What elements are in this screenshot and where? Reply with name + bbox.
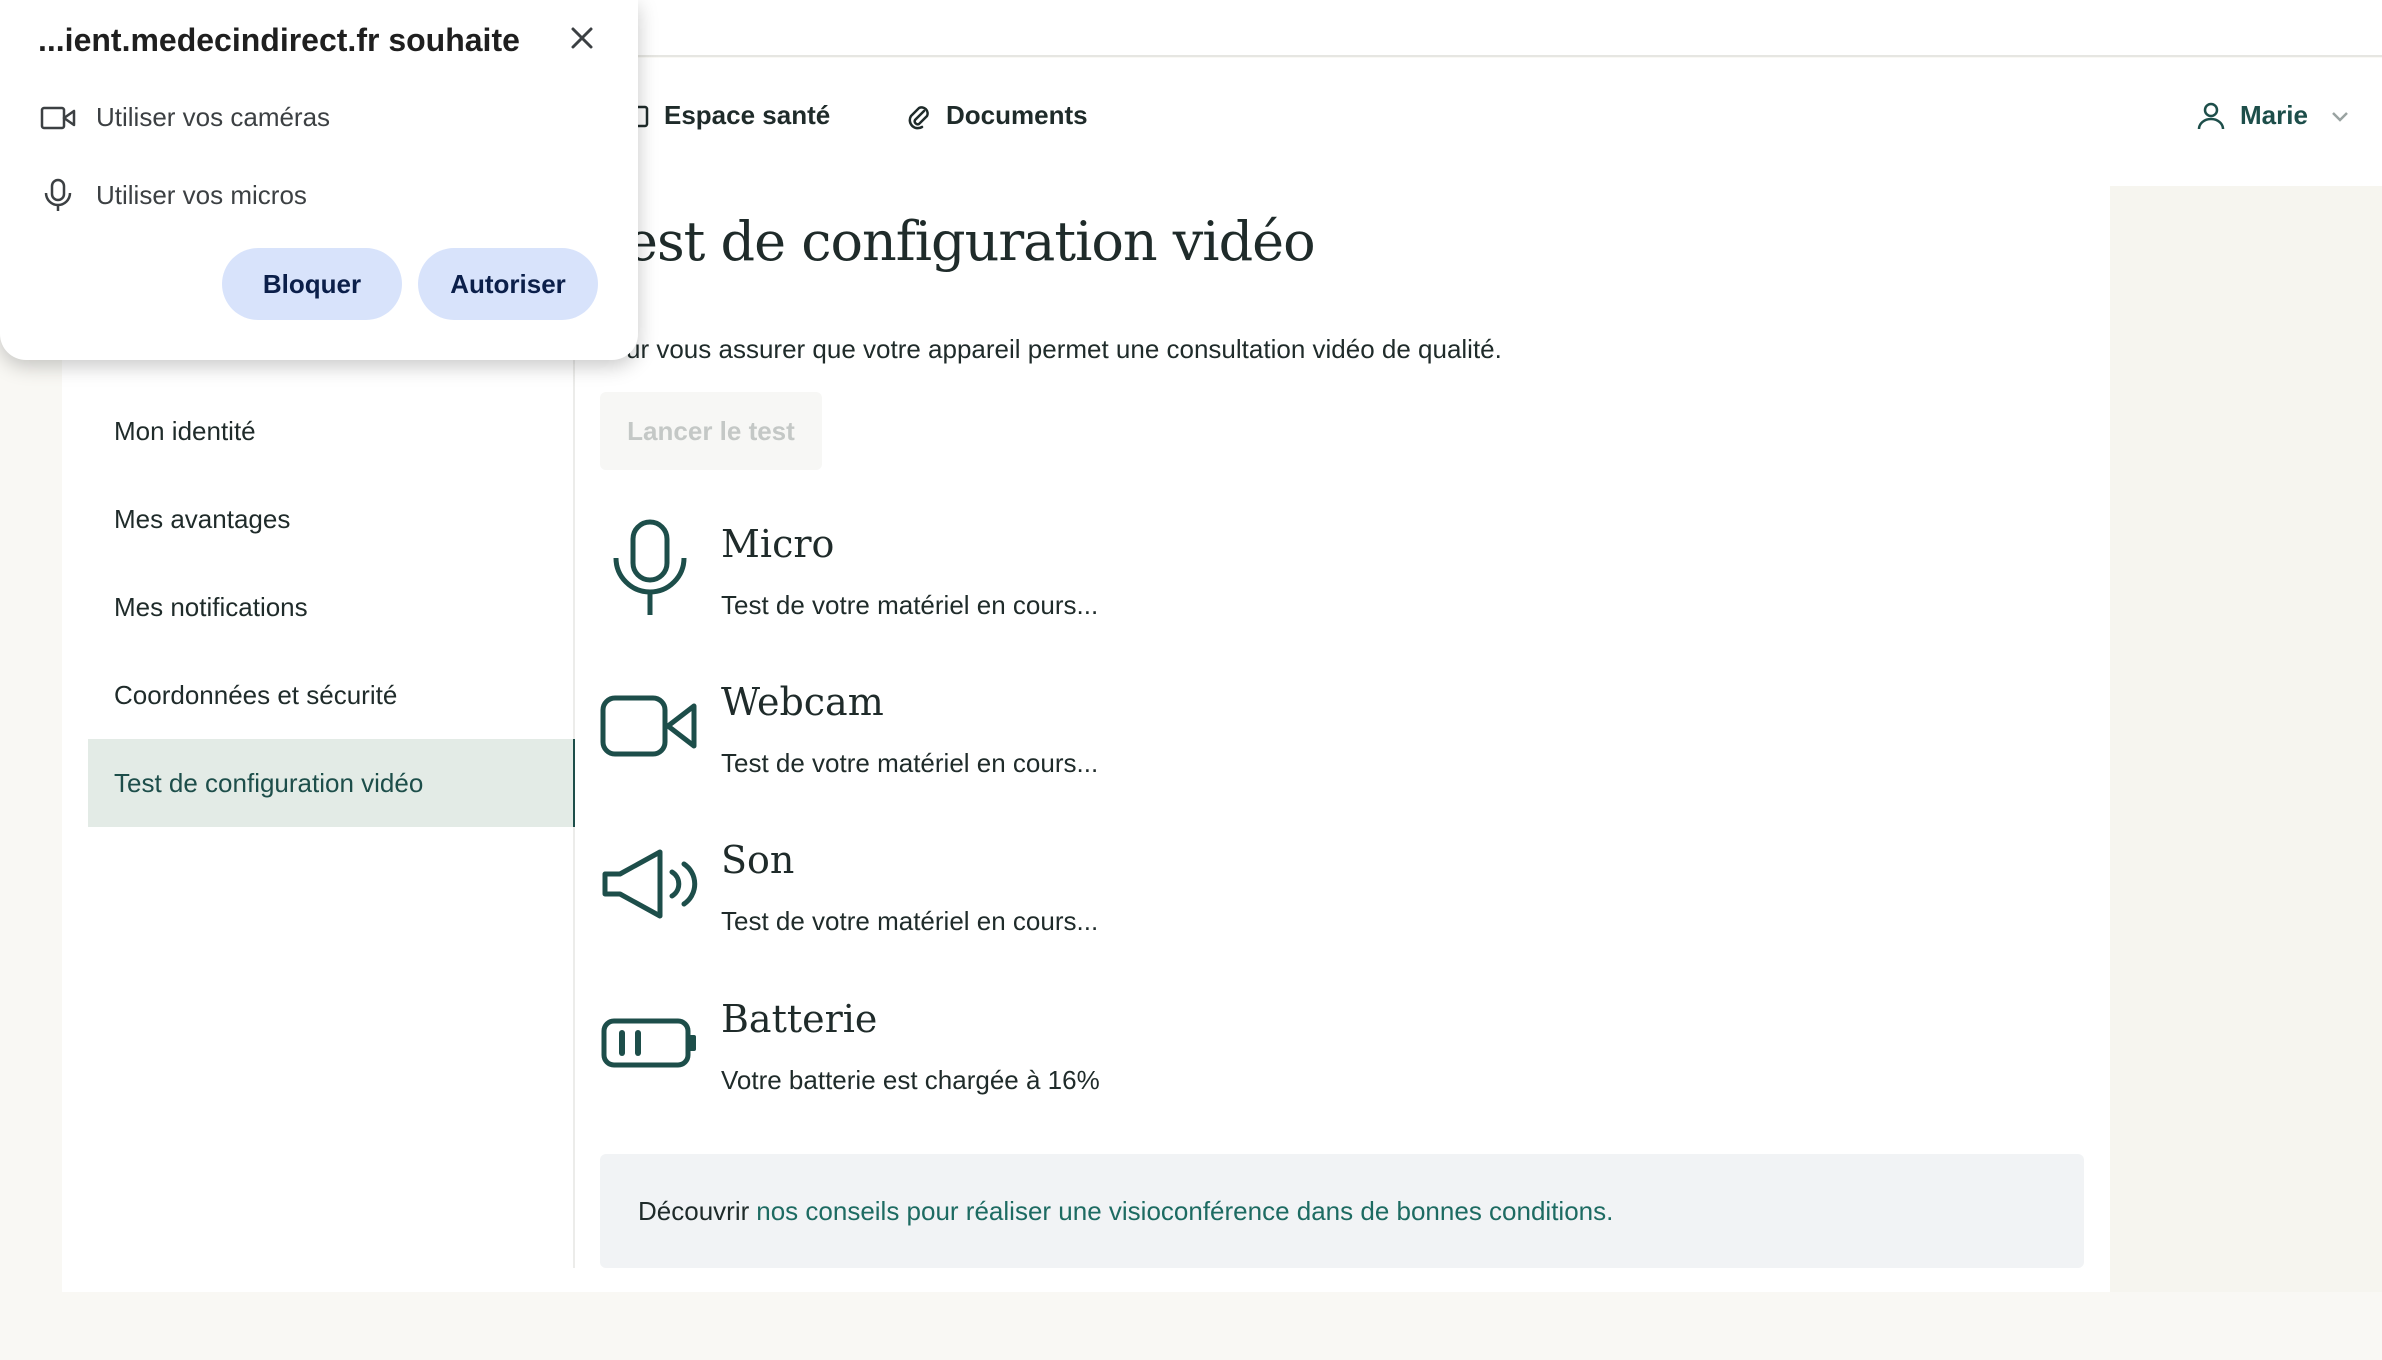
sidebar-item-coordonnees[interactable]: Coordonnées et sécurité: [88, 651, 575, 739]
sidebar-item-test-video[interactable]: Test de configuration vidéo: [88, 739, 575, 827]
tips-prefix: Découvrir: [638, 1195, 750, 1226]
permission-camera: Utiliser vos caméras: [40, 102, 330, 133]
tips-banner: Découvrir nos conseils pour réaliser une…: [600, 1154, 2084, 1268]
nav-label: Espace santé: [664, 100, 831, 130]
popup-title: ...ient.medecindirect.fr souhaite: [38, 22, 520, 58]
paperclip-icon: [908, 105, 929, 129]
battery-icon: [601, 1018, 696, 1068]
sidebar-item-label: Test de configuration vidéo: [114, 767, 424, 798]
close-icon[interactable]: [566, 22, 598, 54]
microphone-icon: [44, 178, 72, 211]
block-button[interactable]: Bloquer: [222, 248, 402, 320]
test-row-webcam: Webcam Test de votre matériel en cours..…: [600, 676, 2000, 816]
user-icon: [2197, 102, 2225, 129]
intro-text: ur vous assurer que votre appareil perme…: [626, 334, 1502, 364]
sidebar-item-avantages[interactable]: Mes avantages: [88, 475, 575, 563]
test-status: Votre batterie est chargée à 16%: [721, 1065, 1100, 1095]
camera-icon: [40, 106, 76, 129]
test-name: Webcam: [721, 680, 884, 724]
video-camera-icon: [600, 695, 697, 757]
nav-espace-sante[interactable]: Espace santé: [628, 100, 830, 131]
user-menu[interactable]: Marie: [2196, 100, 2350, 131]
allow-button[interactable]: Autoriser: [418, 248, 598, 320]
page-title: est de configuration vidéo: [626, 210, 1316, 273]
test-row-micro: Micro Test de votre matériel en cours...: [600, 518, 2000, 658]
sidebar-item-label: Coordonnées et sécurité: [114, 679, 398, 710]
sidebar-item-notifications[interactable]: Mes notifications: [88, 563, 575, 651]
permission-label: Utiliser vos caméras: [96, 102, 331, 132]
nav-documents[interactable]: Documents: [906, 100, 1088, 131]
permission-popup: ...ient.medecindirect.fr souhaite Utilis…: [0, 0, 638, 360]
test-name: Micro: [721, 522, 835, 566]
test-status: Test de votre matériel en cours...: [721, 590, 1099, 620]
microphone-icon: [613, 519, 687, 615]
test-status: Test de votre matériel en cours...: [721, 748, 1099, 778]
sidebar-item-identite[interactable]: Mon identité: [88, 387, 575, 475]
nav-label: Documents: [946, 100, 1088, 130]
right-pane: [2110, 186, 2382, 1292]
test-row-batterie: Batterie Votre batterie est chargée à 16…: [600, 993, 2000, 1133]
chevron-down-icon: [2332, 111, 2348, 122]
user-name: Marie: [2240, 100, 2308, 130]
sidebar-item-label: Mes avantages: [114, 503, 291, 534]
permission-micro: Utiliser vos micros: [40, 178, 307, 212]
test-status: Test de votre matériel en cours...: [721, 906, 1099, 936]
test-name: Batterie: [721, 997, 878, 1041]
launch-test-button[interactable]: Lancer le test: [600, 392, 822, 470]
speaker-icon: [602, 849, 698, 919]
test-row-son: Son Test de votre matériel en cours...: [600, 834, 2000, 974]
permission-label: Utiliser vos micros: [96, 179, 307, 210]
sidebar-item-label: Mon identité: [114, 415, 256, 446]
test-name: Son: [721, 838, 795, 882]
sidebar-item-label: Mes notifications: [114, 591, 308, 622]
tips-link[interactable]: nos conseils pour réaliser une visioconf…: [756, 1196, 1613, 1227]
